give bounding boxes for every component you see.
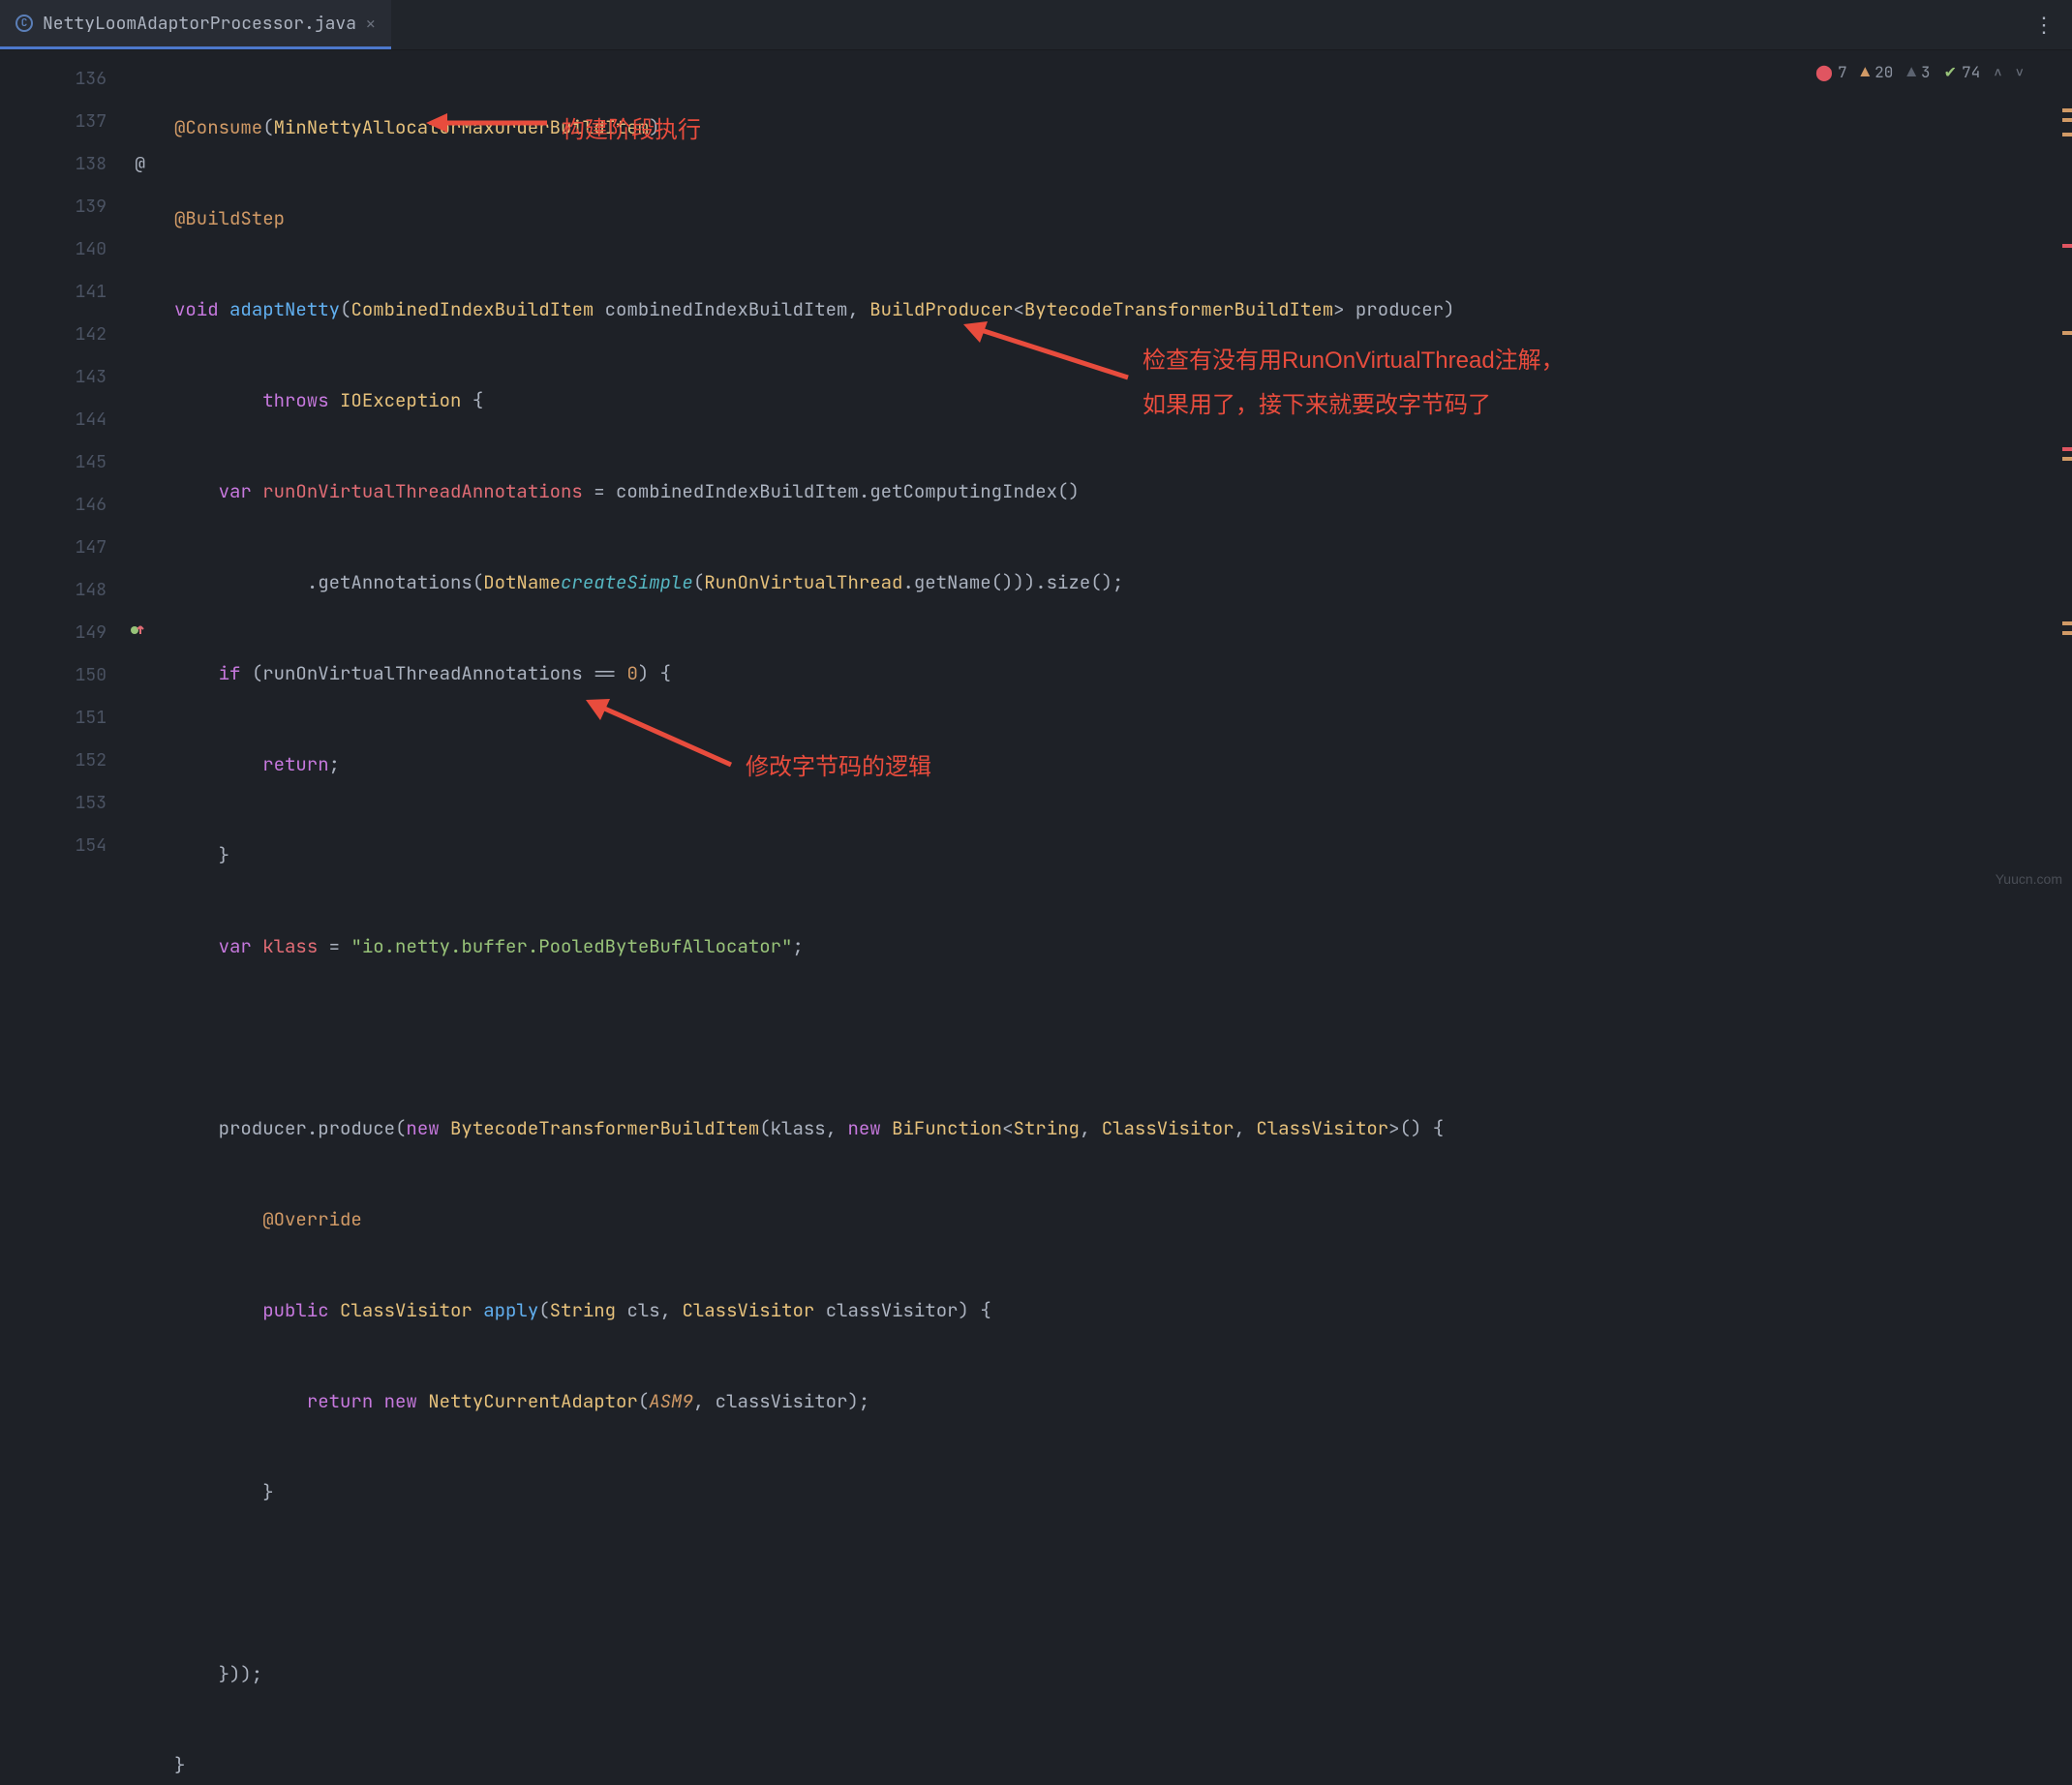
ok-count[interactable]: ✔74: [1944, 62, 1981, 82]
stripe-warning[interactable]: [2062, 457, 2072, 461]
code-line[interactable]: [174, 1562, 2072, 1605]
code-line[interactable]: if (runOnVirtualThreadAnnotations == 0) …: [174, 652, 2072, 695]
code-line[interactable]: void adaptNetty(CombinedIndexBuildItem c…: [174, 288, 2072, 331]
line-number[interactable]: 138@: [0, 143, 174, 186]
line-number[interactable]: 147: [0, 527, 174, 569]
code-line[interactable]: @BuildStep: [174, 197, 2072, 240]
line-number[interactable]: 153: [0, 782, 174, 825]
inspections-widget[interactable]: ⬤7 ▲20 ▲3 ✔74 ∧ ∨: [1815, 62, 2024, 82]
stripe-warning[interactable]: [2062, 331, 2072, 335]
code-line[interactable]: var runOnVirtualThreadAnnotations = comb…: [174, 470, 2072, 513]
line-number[interactable]: 141: [0, 271, 174, 314]
tab-bar: C NettyLoomAdaptorProcessor.java ✕ ⋮: [0, 0, 2072, 50]
line-number[interactable]: 140: [0, 228, 174, 271]
kebab-menu-icon[interactable]: ⋮: [2033, 11, 2057, 39]
line-number[interactable]: 146: [0, 484, 174, 527]
line-number[interactable]: 136: [0, 58, 174, 101]
stripe-warning[interactable]: [2062, 133, 2072, 136]
nav-up-icon[interactable]: ∧: [1994, 64, 2001, 81]
line-number[interactable]: 142: [0, 314, 174, 356]
code-line[interactable]: return;: [174, 743, 2072, 786]
code-line[interactable]: }: [174, 1744, 2072, 1785]
line-number[interactable]: 143: [0, 356, 174, 399]
line-number[interactable]: 137: [0, 101, 174, 143]
weak-warning-icon: ▲: [1906, 62, 1916, 82]
stripe-error[interactable]: [2062, 447, 2072, 451]
tab-title: NettyLoomAdaptorProcessor.java: [43, 13, 356, 35]
code-area[interactable]: @Consume(MinNettyAllocatorMaxOrderBuildI…: [174, 50, 2072, 892]
code-line[interactable]: }: [174, 834, 2072, 877]
class-icon: C: [15, 15, 33, 32]
code-line[interactable]: producer.produce(new BytecodeTransformer…: [174, 1107, 2072, 1150]
error-icon: ⬤: [1815, 62, 1833, 82]
override-icon[interactable]: @: [135, 143, 145, 186]
line-number[interactable]: 144: [0, 399, 174, 441]
code-line[interactable]: }));: [174, 1653, 2072, 1696]
line-number[interactable]: 149: [0, 612, 174, 654]
change-marker-icon[interactable]: [130, 612, 145, 654]
close-icon[interactable]: ✕: [366, 14, 376, 34]
code-line[interactable]: .getAnnotations(DotNamecreateSimple(RunO…: [174, 561, 2072, 604]
stripe-warning[interactable]: [2062, 118, 2072, 122]
line-number[interactable]: 148: [0, 569, 174, 612]
stripe-warning[interactable]: [2062, 621, 2072, 625]
warning-icon: ▲: [1861, 62, 1871, 82]
code-line[interactable]: }: [174, 1471, 2072, 1514]
code-line[interactable]: public ClassVisitor apply(String cls, Cl…: [174, 1289, 2072, 1332]
line-number[interactable]: 139: [0, 186, 174, 228]
check-icon: ✔: [1944, 62, 1957, 82]
line-number[interactable]: 152: [0, 740, 174, 782]
code-line[interactable]: var klass = "io.netty.buffer.PooledByteB…: [174, 925, 2072, 968]
warning-count[interactable]: ▲20: [1861, 62, 1894, 82]
error-stripe[interactable]: [2058, 50, 2072, 892]
editor-tab[interactable]: C NettyLoomAdaptorProcessor.java ✕: [0, 0, 391, 49]
stripe-error[interactable]: [2062, 244, 2072, 248]
line-number[interactable]: 154: [0, 825, 174, 867]
code-line[interactable]: return new NettyCurrentAdaptor(ASM9, cla…: [174, 1380, 2072, 1423]
code-line[interactable]: @Override: [174, 1198, 2072, 1241]
stripe-warning[interactable]: [2062, 631, 2072, 635]
code-line[interactable]: @Consume(MinNettyAllocatorMaxOrderBuildI…: [174, 106, 2072, 149]
code-line[interactable]: [174, 1016, 2072, 1059]
line-number[interactable]: 150: [0, 654, 174, 697]
code-line[interactable]: throws IOException {: [174, 379, 2072, 422]
watermark: Yuucn.com: [1996, 871, 2062, 887]
line-number[interactable]: 151: [0, 697, 174, 740]
weak-warning-count[interactable]: ▲3: [1906, 62, 1930, 82]
error-count[interactable]: ⬤7: [1815, 62, 1847, 82]
nav-down-icon[interactable]: ∨: [2016, 64, 2024, 81]
stripe-warning[interactable]: [2062, 108, 2072, 112]
editor: 136 137 138@ 139 140 141 142 143 144 145…: [0, 50, 2072, 892]
line-number[interactable]: 145: [0, 441, 174, 484]
gutter: 136 137 138@ 139 140 141 142 143 144 145…: [0, 50, 174, 892]
